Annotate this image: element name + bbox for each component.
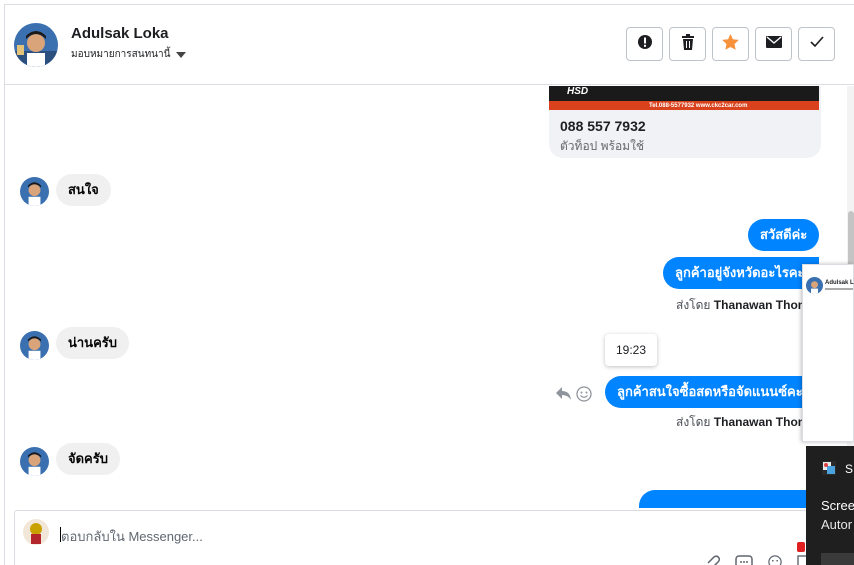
follow-up-button[interactable] xyxy=(712,27,749,61)
contact-avatar[interactable] xyxy=(14,23,58,67)
card-phone-number: 088 557 7932 xyxy=(560,118,646,134)
message-thread[interactable]: HSD Tel.088-5577932 www.ckc2car.com 088 … xyxy=(5,86,854,508)
star-icon xyxy=(722,33,739,55)
outgoing-message[interactable]: สวัสดีค่ะ xyxy=(748,219,820,251)
incoming-message[interactable]: จัดครับ xyxy=(56,443,120,475)
notification-app-name: S xyxy=(845,462,854,476)
notification-title: Scree xyxy=(821,498,854,513)
header-actions xyxy=(626,27,835,61)
sender-name: Thanawan Thon xyxy=(713,298,806,312)
sent-by-label: ส่งโดย Thanawan Thon xyxy=(676,415,806,429)
shared-post-image: HSD Tel.088-5577932 www.ckc2car.com xyxy=(549,86,819,110)
spam-icon xyxy=(637,34,653,55)
card-description: ตัวท็อป พร้อมใช้ xyxy=(560,139,645,153)
envelope-icon xyxy=(765,35,782,53)
saved-replies-icon[interactable] xyxy=(735,555,753,565)
attachment-icon[interactable] xyxy=(705,555,721,565)
trash-icon xyxy=(681,33,695,55)
avatar xyxy=(20,447,49,476)
notification-badge xyxy=(797,542,805,552)
chevron-down-icon xyxy=(176,51,187,58)
shared-post-card[interactable]: HSD Tel.088-5577932 www.ckc2car.com 088 … xyxy=(549,86,821,158)
sent-by-label: ส่งโดย Thanawan Thon xyxy=(676,298,806,312)
mark-unread-button[interactable] xyxy=(755,27,792,61)
scrollbar-thumb[interactable] xyxy=(848,211,854,271)
outgoing-message[interactable]: ลูกค้าสนใจซื้อสดหรือจัดแนนซ์คะ xyxy=(605,376,819,408)
reply-icon[interactable] xyxy=(556,387,572,406)
snipping-tool-icon xyxy=(822,461,836,475)
timestamp-tooltip: 19:23 xyxy=(605,334,657,366)
popup-avatar xyxy=(806,277,823,294)
outgoing-message[interactable]: ลูกค้าอยู่จังหวัดอะไรคะ xyxy=(663,257,819,289)
reply-composer[interactable]: ตอบกลับใน Messenger... xyxy=(14,510,824,565)
avatar xyxy=(20,177,49,206)
page-avatar xyxy=(23,519,49,545)
sender-name: Thanawan Thon xyxy=(713,415,806,429)
emoji-icon[interactable] xyxy=(767,555,783,565)
contact-name: Adulsak Loka xyxy=(71,25,169,42)
popup-contact-name: Adulsak L xyxy=(825,280,854,286)
assign-label: มอบหมายการสนทนานี้ xyxy=(71,49,171,60)
incoming-message[interactable]: สนใจ xyxy=(56,174,111,206)
composer-tools xyxy=(705,555,809,565)
notification-body: Autor xyxy=(821,517,853,532)
mark-done-button[interactable] xyxy=(798,27,835,61)
incoming-message[interactable]: น่านครับ xyxy=(56,327,130,359)
notification-action-button[interactable] xyxy=(821,553,854,565)
banner-logo-text: HSD xyxy=(567,86,589,97)
system-notification[interactable]: S Scree Autor xyxy=(806,446,854,565)
delete-button[interactable] xyxy=(669,27,706,61)
conversation-header: Adulsak Loka มอบหมายการสนทนานี้ xyxy=(5,5,854,85)
avatar xyxy=(20,331,49,360)
check-icon xyxy=(809,35,824,53)
conversation-panel: Adulsak Loka มอบหมายการสนทนานี้ HSD Tel.… xyxy=(4,4,854,565)
react-emoji-icon[interactable] xyxy=(576,386,592,407)
message-hover-tools xyxy=(556,386,592,407)
outgoing-message-partial[interactable] xyxy=(639,490,819,508)
reply-input[interactable]: ตอบกลับใน Messenger... xyxy=(61,526,203,547)
popup-subtitle xyxy=(825,288,853,290)
banner-contact-strip: Tel.088-5577932 www.ckc2car.com xyxy=(549,101,819,110)
chat-preview-popup[interactable]: Adulsak L xyxy=(802,264,854,442)
mark-spam-button[interactable] xyxy=(626,27,663,61)
assign-conversation-dropdown[interactable]: มอบหมายการสนทนานี้ xyxy=(71,47,187,62)
